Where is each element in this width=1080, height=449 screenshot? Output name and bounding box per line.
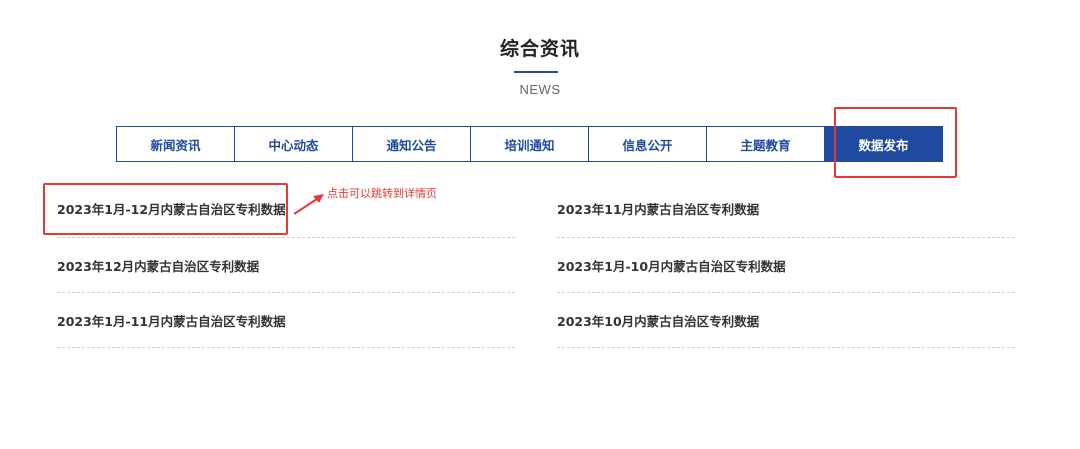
tab-highlight-box bbox=[834, 107, 957, 178]
tab-news[interactable]: 新闻资讯 bbox=[116, 126, 235, 162]
news-item[interactable]: 2023年1月-11月内蒙古自治区专利数据 bbox=[57, 293, 515, 348]
tab-info-disclosure[interactable]: 信息公开 bbox=[588, 126, 707, 162]
title-underline bbox=[514, 71, 558, 73]
news-list-right: 2023年11月内蒙古自治区专利数据 2023年1月-10月内蒙古自治区专利数据… bbox=[557, 180, 1015, 348]
news-item[interactable]: 2023年10月内蒙古自治区专利数据 bbox=[557, 293, 1015, 348]
annotation-arrow-icon bbox=[293, 194, 324, 215]
tab-training-notices[interactable]: 培训通知 bbox=[470, 126, 589, 162]
section-subtitle: NEWS bbox=[519, 82, 561, 97]
section-title: 综合资讯 bbox=[499, 38, 580, 60]
annotation-text: 点击可以跳转到详情页 bbox=[327, 187, 437, 200]
tab-center-updates[interactable]: 中心动态 bbox=[234, 126, 353, 162]
news-item[interactable]: 2023年1月-10月内蒙古自治区专利数据 bbox=[557, 238, 1015, 293]
tab-theme-education[interactable]: 主题教育 bbox=[706, 126, 825, 162]
news-item[interactable]: 2023年12月内蒙古自治区专利数据 bbox=[57, 238, 515, 293]
item-highlight-box bbox=[43, 183, 288, 235]
tab-announcements[interactable]: 通知公告 bbox=[352, 126, 471, 162]
category-tab-bar: 新闻资讯 中心动态 通知公告 培训通知 信息公开 主题教育 数据发布 bbox=[116, 126, 943, 162]
news-item[interactable]: 2023年11月内蒙古自治区专利数据 bbox=[557, 180, 1015, 238]
